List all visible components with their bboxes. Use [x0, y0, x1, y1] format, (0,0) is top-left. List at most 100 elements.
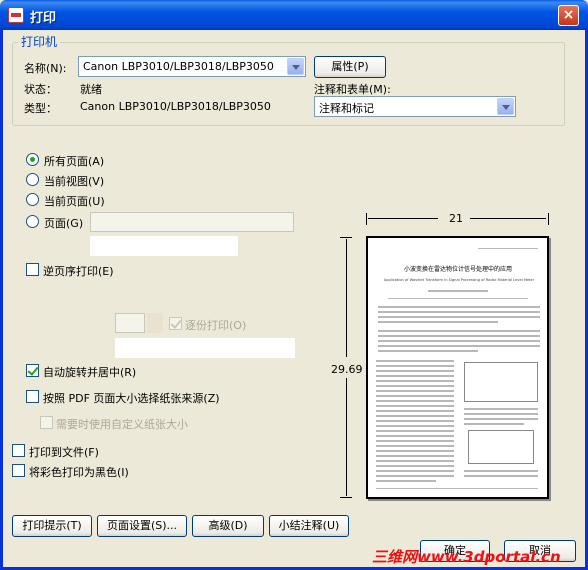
doc-col1-6	[376, 385, 454, 387]
printer-name-label: 名称(N):	[24, 62, 67, 75]
page-setup-button[interactable]: 页面设置(S)...	[97, 515, 187, 537]
doc-title: 小波变换在雷达物位计信号处理中的应用	[403, 266, 512, 273]
reverse-order-checkbox[interactable]	[26, 263, 39, 276]
doc-col1-12	[376, 415, 454, 417]
chevron-down-icon[interactable]	[497, 98, 514, 115]
advanced-button[interactable]: 高级(D)	[192, 515, 264, 537]
doc-col1-20	[376, 455, 454, 457]
doc-col1-5	[376, 380, 454, 382]
collate-label: 逐份打印(O)	[185, 319, 247, 332]
doc-col1-17	[376, 440, 454, 442]
window-title: 打印	[30, 11, 57, 26]
doc-col1-15	[376, 430, 454, 432]
doc-abstract-en-2	[378, 335, 540, 337]
printer-name-select[interactable]: Canon LBP3010/LBP3018/LBP3050	[78, 56, 306, 77]
doc-header-line	[478, 248, 538, 249]
pdf-paper-source-label[interactable]: 按照 PDF 页面大小选择纸张来源(Z)	[43, 390, 220, 406]
doc-col1-18	[376, 445, 454, 447]
all-pages-radio[interactable]	[26, 153, 39, 166]
height-dim-line-top	[346, 239, 347, 357]
auto-rotate-label[interactable]: 自动旋转并居中(R)	[43, 364, 136, 380]
paper-width-label: 21	[449, 212, 463, 225]
doc-col1-1	[376, 360, 454, 362]
doc-subtitle: Application of Wavelet Transform in Sign…	[383, 278, 535, 282]
all-pages-label[interactable]: 所有页面(A)	[44, 153, 104, 169]
doc-col1-24	[376, 475, 454, 477]
doc-abstract-3	[378, 316, 540, 318]
watermark-text: 三维网www.3dportal.cn	[372, 548, 561, 566]
height-dim-line-bottom	[346, 378, 347, 496]
current-page-radio[interactable]	[26, 193, 39, 206]
status-label: 状态：	[24, 83, 57, 96]
title-bar	[0, 0, 588, 30]
doc-authors	[428, 290, 488, 292]
doc-keywords	[378, 350, 478, 352]
copies-spinner	[147, 313, 163, 333]
copies-hint-area	[115, 338, 295, 358]
custom-paper-label: 需要时使用自定义纸张大小	[56, 418, 188, 431]
doc-col1-3	[376, 370, 454, 372]
pages-label[interactable]: 页面(G)	[44, 215, 83, 231]
comments-forms-select[interactable]: 注释和标记	[314, 96, 516, 117]
paper-height-label: 29.69	[331, 363, 363, 376]
pages-range-input[interactable]	[90, 212, 294, 232]
comments-forms-value: 注释和标记	[319, 102, 374, 115]
doc-col1-7	[376, 390, 454, 392]
current-view-radio[interactable]	[26, 173, 39, 186]
doc-abstract-4	[378, 321, 498, 323]
doc-abstract-1	[378, 306, 540, 308]
status-value: 就绪	[80, 83, 102, 96]
properties-button[interactable]: 属性(P)	[314, 56, 386, 78]
current-page-label[interactable]: 当前页面(U)	[44, 193, 105, 209]
height-dim-top-tick	[340, 237, 352, 238]
doc-figure-1	[464, 362, 538, 402]
summarize-comments-button[interactable]: 小结注释(U)	[269, 515, 349, 537]
printer-group-title: 打印机	[18, 33, 61, 50]
chevron-down-icon[interactable]	[287, 58, 304, 75]
type-label: 类型：	[24, 102, 57, 115]
current-view-label[interactable]: 当前视图(V)	[44, 173, 104, 189]
width-dim-line-right	[470, 218, 546, 219]
doc-abstract-2	[378, 311, 540, 313]
auto-rotate-checkbox[interactable]	[26, 364, 39, 377]
custom-paper-checkbox	[40, 416, 53, 429]
doc-col1-22	[376, 465, 454, 467]
doc-abstract-en-3	[378, 340, 540, 342]
doc-col1-9	[376, 400, 454, 402]
doc-col1-11	[376, 410, 454, 412]
color-as-black-label[interactable]: 将彩色打印为黑色(I)	[29, 464, 129, 480]
printer-name-value: Canon LBP3010/LBP3018/LBP3050	[83, 60, 274, 73]
doc-col1-25	[376, 480, 436, 482]
doc-abstract-en-1	[378, 330, 540, 332]
width-dim-left-tick	[366, 213, 367, 225]
doc-col1-21	[376, 460, 454, 462]
doc-col1-2	[376, 365, 454, 367]
type-value: Canon LBP3010/LBP3018/LBP3050	[80, 100, 271, 113]
pages-radio[interactable]	[26, 215, 39, 228]
doc-abstract-en-4	[378, 345, 540, 347]
collate-checkbox	[169, 317, 182, 330]
doc-col1-16	[376, 435, 454, 437]
print-to-file-label[interactable]: 打印到文件(F)	[29, 444, 99, 460]
color-as-black-checkbox[interactable]	[12, 464, 25, 477]
reverse-order-label[interactable]: 逆页序打印(E)	[43, 263, 114, 279]
close-button[interactable]: ×	[558, 5, 579, 26]
print-tips-button[interactable]: 打印提示(T)	[12, 515, 92, 537]
pages-hint-area	[90, 236, 238, 256]
doc-col1-14	[376, 425, 454, 427]
print-to-file-checkbox[interactable]	[12, 444, 25, 457]
doc-col1-10	[376, 405, 454, 407]
doc-col2-5	[464, 470, 538, 472]
comments-forms-label: 注释和表单(M):	[314, 83, 391, 96]
doc-col1-4	[376, 375, 454, 377]
width-dim-right-tick	[548, 213, 549, 225]
doc-col1-13	[376, 420, 454, 422]
doc-col1-8	[376, 395, 454, 397]
height-dim-bottom-tick	[340, 497, 352, 498]
doc-col1-19	[376, 450, 454, 452]
doc-col2-6	[464, 475, 538, 477]
width-dim-line-left	[368, 218, 438, 219]
doc-col2-1	[464, 408, 538, 410]
printer-app-icon	[8, 7, 24, 23]
pdf-paper-source-checkbox[interactable]	[26, 390, 39, 403]
